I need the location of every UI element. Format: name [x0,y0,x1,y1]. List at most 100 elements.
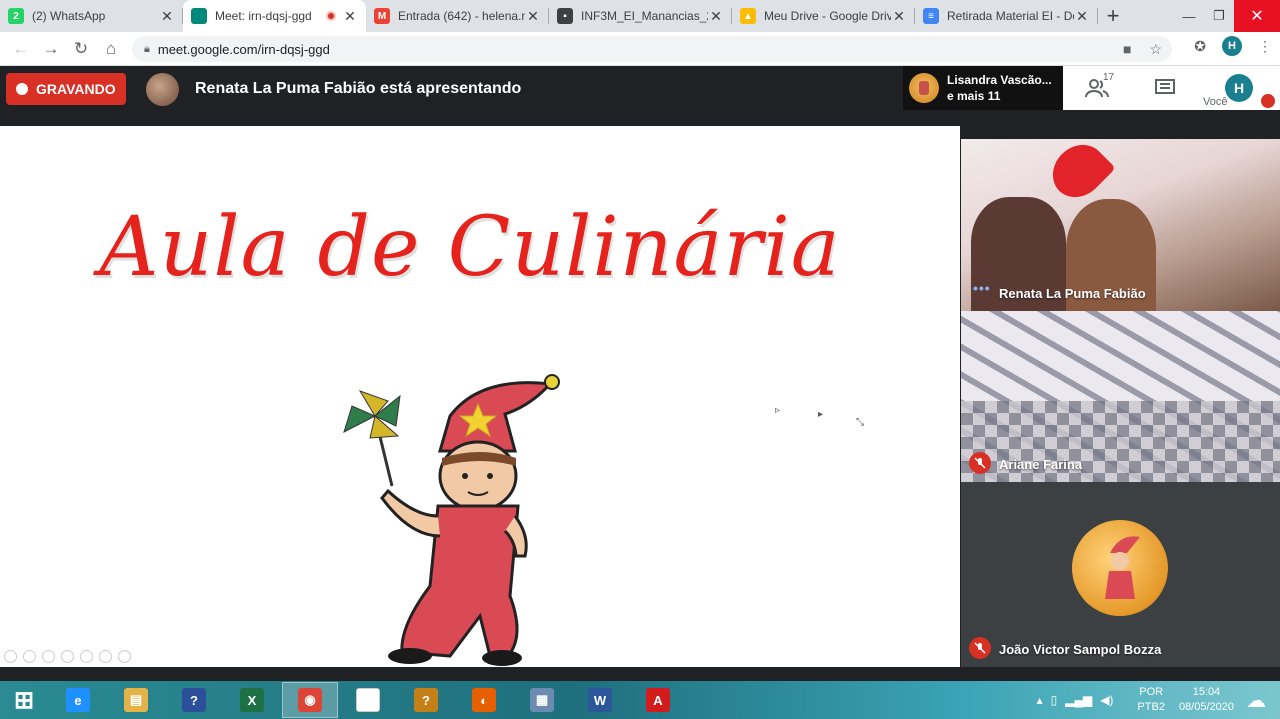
exit-icon[interactable] [118,650,131,663]
word-icon: W [588,688,612,712]
taskbar-help-button[interactable]: ? [166,682,222,718]
taskbar-chrome-button[interactable]: ◉ [282,682,338,718]
browser-tab[interactable]: M Entrada (642) - helena.m ✕ [366,0,549,32]
meet-icon [191,8,207,24]
chrome-icon: ◉ [298,688,322,712]
menu-icon[interactable] [99,650,112,663]
reload-icon[interactable]: ↻ [66,34,96,64]
blank-document-icon [356,688,380,712]
camera-icon[interactable]: ■ [1123,41,1131,58]
prev-slide-icon[interactable] [4,650,17,663]
next-slide-icon[interactable] [23,650,36,663]
close-tab-icon[interactable]: ✕ [1074,8,1090,25]
recording-badge[interactable]: GRAVANDO [6,73,126,105]
other-participants[interactable]: Lisandra Vascão... e mais 11 [903,66,1063,110]
window-controls: — ❐ ✕ [1174,0,1280,32]
weather-cloud-icon[interactable]: ☁ [1246,688,1266,713]
calculator-icon: ▦ [530,688,554,712]
docs-icon: ≡ [923,8,939,24]
forward-icon[interactable]: → [36,34,66,64]
heart-decoration [1042,139,1116,208]
close-tab-icon[interactable]: ✕ [708,8,724,25]
participant-tile[interactable]: João Victor Sampol Bozza [961,482,1280,667]
clock[interactable]: 15:04 08/05/2020 [1179,685,1234,715]
show-hidden-icons-icon[interactable]: ▴ [1037,693,1043,707]
meet-header: GRAVANDO Renata La Puma Fabião está apre… [0,66,1280,126]
taskbar-acrobat-button[interactable]: A [630,682,686,718]
chat-button[interactable] [1131,79,1199,97]
bookmark-star-icon[interactable]: ☆ [1149,41,1162,58]
menu-icon[interactable]: ⋮ [1258,38,1272,55]
participant-avatar [909,73,939,103]
browser-tab[interactable]: ▪ INF3M_EI_Manancias_20 ✕ [549,0,732,32]
tab-title: Meu Drive - Google Driv [764,9,891,23]
taskbar-blank-document-button[interactable] [340,682,396,718]
address-bar[interactable]: 🔒︎ meet.google.com/irn-dqsj-ggd ■ ☆ [132,36,1172,62]
browser-tab[interactable]: Meet: irn-dqsj-ggd ✕ [183,0,366,32]
tab-separator [1097,8,1098,24]
support-icon: ? [414,688,438,712]
zoom-icon[interactable] [80,650,93,663]
slide-title: Aula de Culinária [99,200,841,295]
tab-title: Meet: irn-dqsj-ggd [215,9,312,23]
taskbar-start-button[interactable]: ⊞ [0,682,48,718]
mic-off-icon [969,452,991,474]
taskbar-word-button[interactable]: W [572,682,628,718]
profile-avatar[interactable]: H [1222,36,1242,56]
back-icon[interactable]: ← [6,34,36,64]
gmail-icon: M [374,8,390,24]
battery-icon[interactable]: ▯ [1051,693,1058,707]
you-label: Você [1203,96,1228,108]
taskbar-excel-button[interactable]: X [224,682,280,718]
browser-tab[interactable]: 2 (2) WhatsApp ✕ [0,0,183,32]
system-tray: ▴ ▯ ▂▄▆ ◀) POR PTB2 15:04 08/05/2020 ☁ [1037,681,1280,719]
home-icon[interactable]: ⌂ [96,34,126,64]
minimize-icon[interactable]: — [1174,0,1204,32]
new-tab-button[interactable]: + [1098,0,1128,32]
slide-controls [4,650,131,663]
mic-off-icon [1261,94,1275,108]
input-language[interactable]: POR PTB2 [1137,685,1165,715]
record-dot-icon [16,83,28,95]
restore-icon[interactable]: ❐ [1204,0,1234,32]
taskbar-internet-explorer-button[interactable]: e [50,682,106,718]
extension-icon[interactable]: ✪ [1194,38,1206,55]
speaking-indicator-icon: ••• [973,280,991,296]
lock-icon: 🔒︎ [144,42,150,55]
taskbar-firefox-button[interactable]: ◐ [456,682,512,718]
tab-title: (2) WhatsApp [32,9,106,23]
meet-bottom-bar [0,667,1280,681]
classroom-icon: ▪ [557,8,573,24]
taskbar-support-button[interactable]: ? [398,682,454,718]
firefox-icon: ◐ [472,688,496,712]
close-tab-icon[interactable]: ✕ [525,8,541,25]
close-tab-icon[interactable]: ✕ [159,8,175,25]
participant-avatar [1072,520,1168,616]
participant-tile[interactable]: Ariane Farina [961,311,1280,482]
self-avatar[interactable]: H [1225,74,1253,102]
pointer-cursor-icon: ▹ [775,405,781,416]
pen-icon[interactable] [42,650,55,663]
pointer-cursor-icon: ⤡ [856,417,864,428]
browser-tab[interactable]: ▲ Meu Drive - Google Driv ✕ [732,0,915,32]
network-icon[interactable]: ▂▄▆ [1065,693,1092,707]
participant-name: Renata La Puma Fabião [999,286,1146,301]
tab-title: Entrada (642) - helena.m [398,9,525,23]
grid-icon[interactable] [61,650,74,663]
taskbar-calculator-button[interactable]: ▦ [514,682,570,718]
close-tab-icon[interactable]: ✕ [342,8,358,25]
volume-icon[interactable]: ◀) [1100,693,1113,707]
language-code: POR [1139,686,1164,698]
acrobat-icon: A [646,688,670,712]
close-tab-icon[interactable]: ✕ [891,8,907,25]
browser-tab[interactable]: ≡ Retirada Material EI - Do ✕ [915,0,1098,32]
start-icon: ⊞ [13,686,35,714]
close-window-icon[interactable]: ✕ [1234,0,1280,32]
people-button[interactable]: 17 [1063,72,1131,98]
presentation-stage: Aula de Culinária ▹ ▸ ⤡ [0,126,960,667]
participant-tile[interactable]: ••• Renata La Puma Fabião [961,139,1280,311]
pointer-cursor-icon: ▸ [818,409,824,420]
clock-time: 15:04 [1192,686,1221,698]
taskbar-file-explorer-button[interactable]: ▤ [108,682,164,718]
url-text: meet.google.com/irn-dqsj-ggd [157,41,330,57]
